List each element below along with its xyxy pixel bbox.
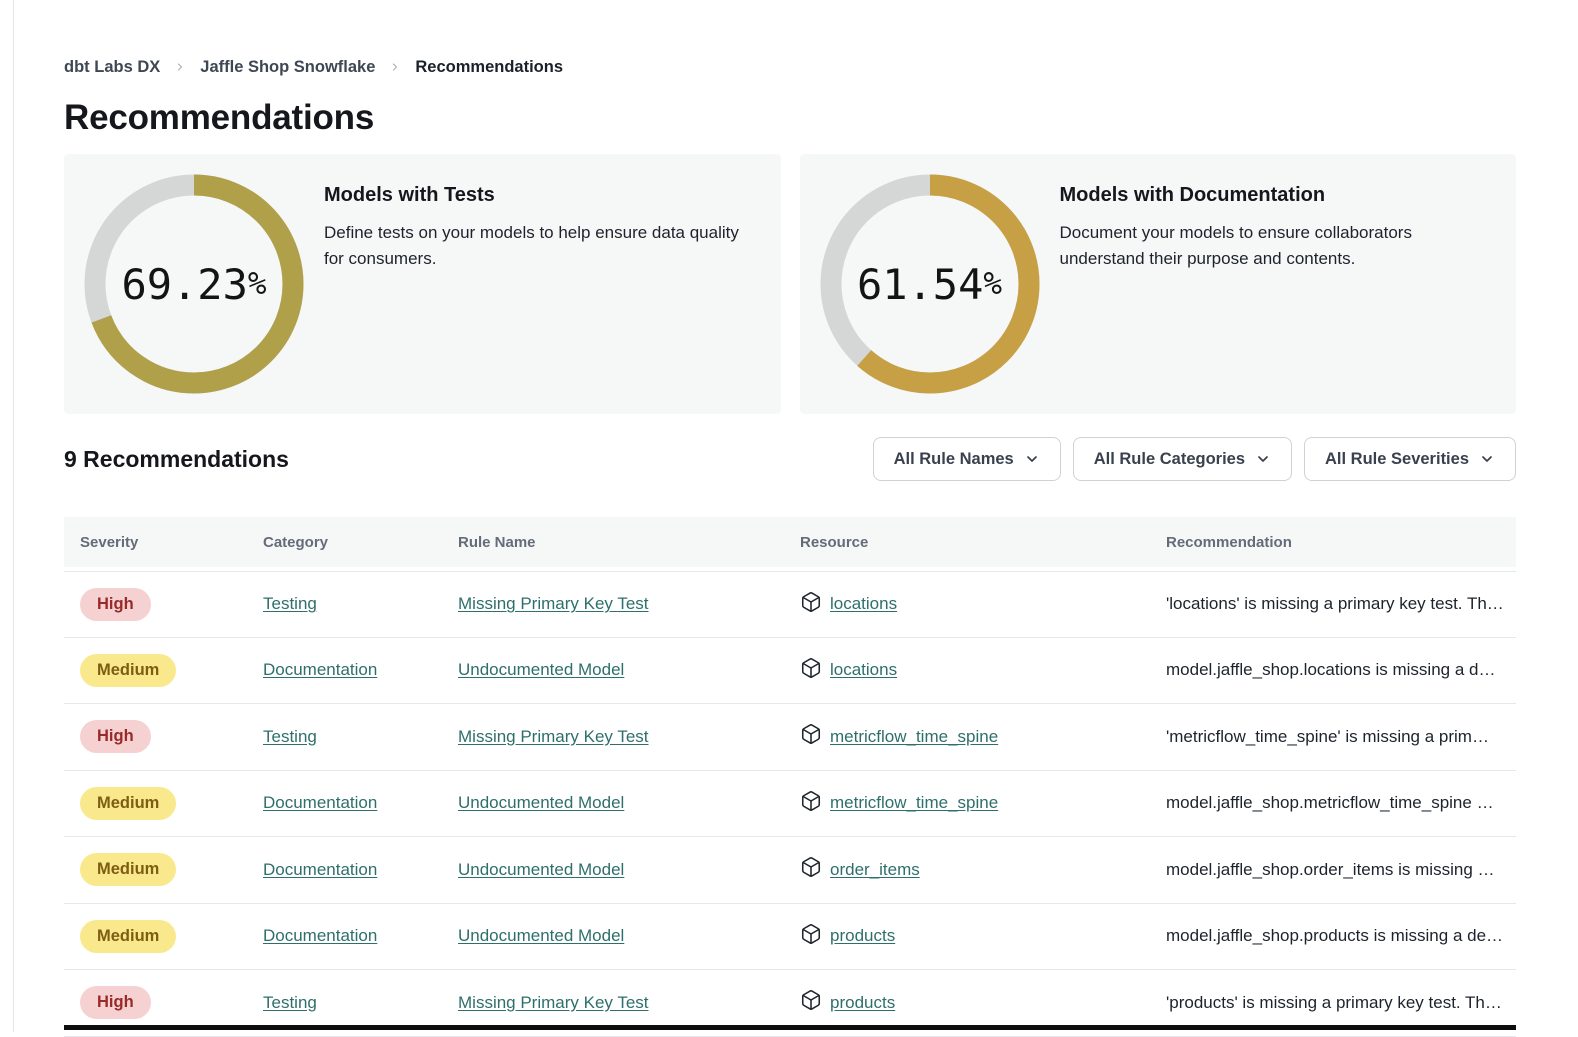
recommendation-text: 'metricflow_time_spine' is missing a pri… — [1150, 727, 1516, 747]
model-cube-icon — [800, 723, 822, 750]
resource-link[interactable]: metricflow_time_spine — [830, 727, 998, 747]
horizontal-scrollbar[interactable] — [64, 1025, 1516, 1030]
table-row: High Testing Missing Primary Key Test lo… — [64, 571, 1516, 638]
filter-rule-severities-dropdown[interactable]: All Rule Severities — [1304, 437, 1516, 481]
filter-bar: 9 Recommendations All Rule Names All Rul… — [64, 436, 1516, 482]
recommendation-text: model.jaffle_shop.locations is missing a… — [1150, 660, 1516, 680]
severity-badge: High — [80, 986, 151, 1019]
chevron-down-icon — [1255, 451, 1271, 467]
rule-name-link[interactable]: Missing Primary Key Test — [458, 993, 649, 1012]
severity-badge: High — [80, 588, 151, 621]
table-row: Medium Documentation Undocumented Model … — [64, 904, 1516, 971]
severity-badge: Medium — [80, 787, 176, 820]
recommendation-text: model.jaffle_shop.products is missing a … — [1150, 926, 1516, 946]
donut-wrap: 69.23% — [84, 174, 304, 394]
model-cube-icon — [800, 856, 822, 883]
card-models-with-documentation: 61.54% Models with Documentation Documen… — [800, 154, 1517, 414]
recommendation-text: 'products' is missing a primary key test… — [1150, 993, 1516, 1013]
filters: All Rule Names All Rule Categories All R… — [873, 437, 1516, 481]
category-link[interactable]: Testing — [263, 594, 317, 613]
chevron-right-icon — [389, 61, 401, 73]
table-header: Severity Category Rule Name Resource Rec… — [64, 517, 1516, 567]
card-description: Define tests on your models to help ensu… — [324, 220, 761, 272]
table-body: High Testing Missing Primary Key Test lo… — [64, 571, 1516, 1037]
category-link[interactable]: Documentation — [263, 926, 377, 945]
recommendation-text: 'locations' is missing a primary key tes… — [1150, 594, 1516, 614]
category-link[interactable]: Documentation — [263, 860, 377, 879]
filter-rule-categories-dropdown[interactable]: All Rule Categories — [1073, 437, 1292, 481]
filter-rule-names-dropdown[interactable]: All Rule Names — [873, 437, 1061, 481]
table-row: Medium Documentation Undocumented Model … — [64, 638, 1516, 705]
card-text: Models with Tests Define tests on your m… — [324, 174, 761, 394]
table-row: Medium Documentation Undocumented Model … — [64, 837, 1516, 904]
category-link[interactable]: Documentation — [263, 660, 377, 679]
chevron-right-icon — [174, 61, 186, 73]
table-row: Medium Documentation Undocumented Model … — [64, 771, 1516, 838]
filter-label: All Rule Names — [894, 450, 1014, 469]
rule-name-link[interactable]: Undocumented Model — [458, 926, 624, 945]
resource-link[interactable]: locations — [830, 594, 897, 614]
card-title: Models with Documentation — [1060, 182, 1497, 208]
resource-link[interactable]: products — [830, 993, 895, 1013]
card-text: Models with Documentation Document your … — [1060, 174, 1497, 394]
breadcrumb: dbt Labs DX Jaffle Shop Snowflake Recomm… — [64, 0, 1516, 78]
model-cube-icon — [800, 989, 822, 1016]
recommendation-text: model.jaffle_shop.order_items is missing… — [1150, 860, 1516, 880]
metric-cards: 69.23% Models with Tests Define tests on… — [64, 154, 1516, 414]
category-link[interactable]: Testing — [263, 993, 317, 1012]
model-cube-icon — [800, 591, 822, 618]
main-content: dbt Labs DX Jaffle Shop Snowflake Recomm… — [64, 0, 1516, 1037]
column-header-severity: Severity — [64, 534, 247, 551]
chevron-down-icon — [1479, 451, 1495, 467]
recommendations-table: Severity Category Rule Name Resource Rec… — [64, 517, 1516, 1037]
recommendation-text: model.jaffle_shop.metricflow_time_spine … — [1150, 793, 1516, 813]
rule-name-link[interactable]: Undocumented Model — [458, 660, 624, 679]
page-title: Recommendations — [64, 96, 1516, 140]
chevron-down-icon — [1024, 451, 1040, 467]
breadcrumb-link-project[interactable]: Jaffle Shop Snowflake — [200, 56, 375, 78]
rule-name-link[interactable]: Undocumented Model — [458, 860, 624, 879]
resource-link[interactable]: metricflow_time_spine — [830, 793, 998, 813]
model-cube-icon — [800, 923, 822, 950]
card-title: Models with Tests — [324, 182, 761, 208]
severity-badge: Medium — [80, 853, 176, 886]
severity-badge: Medium — [80, 654, 176, 687]
column-header-recommendation: Recommendation — [1150, 534, 1516, 551]
donut-percent-label: 69.23% — [84, 174, 304, 394]
resource-link[interactable]: products — [830, 926, 895, 946]
column-header-resource: Resource — [784, 534, 1150, 551]
table-row: High Testing Missing Primary Key Test me… — [64, 704, 1516, 771]
filter-label: All Rule Severities — [1325, 450, 1469, 469]
column-header-category: Category — [247, 534, 442, 551]
category-link[interactable]: Documentation — [263, 793, 377, 812]
resource-link[interactable]: order_items — [830, 860, 920, 880]
filter-label: All Rule Categories — [1094, 450, 1245, 469]
donut-wrap: 61.54% — [820, 174, 1040, 394]
card-models-with-tests: 69.23% Models with Tests Define tests on… — [64, 154, 781, 414]
model-cube-icon — [800, 790, 822, 817]
rule-name-link[interactable]: Missing Primary Key Test — [458, 727, 649, 746]
card-description: Document your models to ensure collabora… — [1060, 220, 1497, 272]
column-header-rule-name: Rule Name — [442, 534, 784, 551]
category-link[interactable]: Testing — [263, 727, 317, 746]
donut-percent-label: 61.54% — [820, 174, 1040, 394]
recommendations-count: 9 Recommendations — [64, 446, 289, 473]
breadcrumb-current: Recommendations — [415, 56, 563, 78]
resource-link[interactable]: locations — [830, 660, 897, 680]
model-cube-icon — [800, 657, 822, 684]
left-edge-divider — [13, 0, 14, 1032]
rule-name-link[interactable]: Missing Primary Key Test — [458, 594, 649, 613]
severity-badge: High — [80, 720, 151, 753]
breadcrumb-link-account[interactable]: dbt Labs DX — [64, 56, 160, 78]
rule-name-link[interactable]: Undocumented Model — [458, 793, 624, 812]
severity-badge: Medium — [80, 920, 176, 953]
